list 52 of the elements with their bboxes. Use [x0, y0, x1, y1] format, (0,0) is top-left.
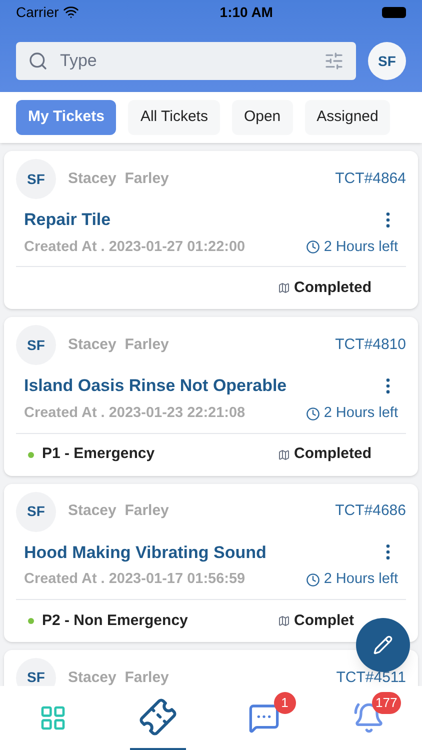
filter-tab[interactable]: Open — [232, 100, 293, 135]
ticket-card[interactable]: SF Stacey Farley TCT#4864 Repair Tile Created At . 2023-01-27 01:22:00 2 Hours left Completed — [4, 151, 418, 310]
map-icon — [278, 282, 290, 294]
ticket-number: TCT#4686 — [335, 501, 406, 522]
map-icon — [278, 614, 290, 627]
created-date: Created At . 2023-01-17 01:56:59 — [24, 570, 246, 589]
count-badge: 177 — [372, 692, 402, 714]
search-field[interactable]: Type — [16, 42, 356, 80]
filter-tab[interactable]: Assigned — [304, 100, 390, 135]
user-name: Stacey Farley — [68, 501, 170, 522]
ticket-number: TCT#4511 — [336, 668, 406, 686]
user-avatar: SF — [16, 492, 56, 532]
count-badge: 1 — [274, 692, 296, 714]
status-label: Complet — [294, 610, 354, 630]
ticket-title: Repair Tile — [24, 209, 111, 231]
priority-label: P2 - Non Emergency — [42, 610, 188, 630]
time-left: 2 Hours left — [324, 238, 398, 256]
created-date: Created At . 2023-01-27 01:22:00 — [24, 238, 246, 256]
pencil-icon — [373, 635, 393, 655]
user-avatar: SF — [16, 325, 56, 366]
status-label: Completed — [294, 444, 372, 464]
user-avatar: SF — [16, 159, 56, 199]
profile-avatar[interactable]: SF — [368, 42, 406, 80]
clock-icon — [306, 240, 320, 254]
user-name: Stacey Farley — [68, 335, 170, 355]
clock-time: 1:10 AM — [220, 2, 273, 22]
clock-icon — [306, 406, 320, 421]
ticket-card[interactable]: SF Stacey Farley TCT#4810 Island Oasis Rinse Not Operable Created At . 2023-01-23 22:21:08 2 Hours left P1 - Emergency Completed — [4, 317, 418, 476]
created-date: Created At . 2023-01-23 22:21:08 — [24, 404, 246, 423]
ticket-card[interactable]: SF Stacey Farley TCT#4686 Hood Making Vibrating Sound Created At . 2023-01-17 01:56:59 2 Hours left P2 - Non Emergency Complet — [4, 484, 418, 642]
filter-tab[interactable]: All Tickets — [128, 100, 220, 135]
status-label: Completed — [294, 278, 372, 298]
battery-icon — [382, 6, 406, 18]
search-input[interactable]: Type — [60, 48, 312, 74]
map-icon — [278, 448, 290, 460]
time-left: 2 Hours left — [324, 570, 398, 589]
clock-icon — [306, 572, 320, 587]
wifi-icon — [62, 4, 79, 20]
user-name: Stacey Farley — [68, 168, 170, 189]
chat-icon — [248, 702, 280, 734]
time-left: 2 Hours left — [324, 404, 398, 423]
ticket-number: TCT#4864 — [335, 168, 406, 189]
ticket-number: TCT#4810 — [335, 335, 406, 355]
priority-label: P1 - Emergency — [42, 444, 155, 464]
ticket-title: Island Oasis Rinse Not Operable — [24, 375, 287, 398]
user-avatar: SF — [16, 658, 56, 686]
ticket-title: Hood Making Vibrating Sound — [24, 542, 266, 564]
grid-icon — [38, 704, 67, 732]
search-icon — [28, 51, 48, 71]
ticket-card[interactable]: SF Stacey Farley TCT#4511 — [4, 650, 418, 686]
user-name: Stacey Farley — [68, 668, 170, 686]
carrier-label: Carrier — [16, 2, 59, 22]
